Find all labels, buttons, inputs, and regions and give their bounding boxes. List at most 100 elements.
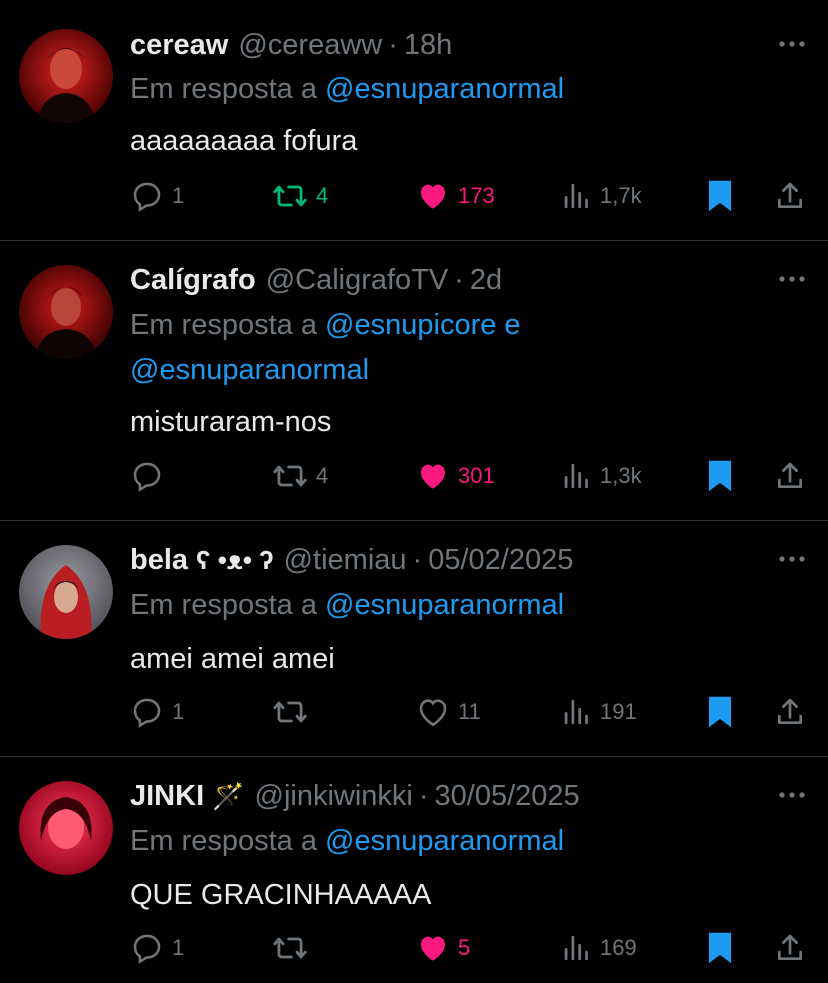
reply-context-line-2: @esnuparanormal <box>130 348 369 393</box>
username[interactable]: @tiemiau <box>284 544 407 577</box>
share-button[interactable] <box>774 928 806 968</box>
tweet-text: misturaram-nos <box>130 406 332 438</box>
heart-icon <box>420 184 446 209</box>
share-button[interactable] <box>774 176 806 216</box>
retweet-icon <box>273 185 307 207</box>
more-icon[interactable] <box>778 273 806 285</box>
share-button[interactable] <box>774 692 806 732</box>
magic-wand-icon: 🪄 <box>212 780 245 811</box>
reply-button[interactable]: 1 <box>130 692 184 732</box>
display-name[interactable]: Calígrafo <box>130 264 256 297</box>
username[interactable]: @cereaww <box>238 29 382 62</box>
reply-prefix: Em resposta a <box>130 73 317 105</box>
like-button[interactable]: 301 <box>416 456 495 496</box>
timestamp[interactable]: 30/05/2025 <box>435 780 580 813</box>
views-button[interactable]: 191 <box>562 692 637 732</box>
mention-link[interactable]: @esnuparanormal <box>325 825 564 857</box>
avatar[interactable] <box>19 29 113 123</box>
retweet-button[interactable] <box>272 692 316 732</box>
tweet-text: aaaaaaaaa fofura <box>130 125 358 157</box>
tweet-text: QUE GRACINHAAAAA <box>130 879 432 911</box>
separator-dot: · <box>412 543 423 576</box>
views-count: 169 <box>600 935 637 960</box>
tweet-2[interactable]: Calígrafo @CaligrafoTV · 2d Em resposta … <box>0 241 828 520</box>
timestamp[interactable]: 2d <box>470 264 502 297</box>
more-icon[interactable] <box>778 38 806 50</box>
views-button[interactable]: 1,3k <box>562 456 642 496</box>
separator-dot: · <box>418 779 429 812</box>
tweet-1[interactable]: cereaw @cereaww · 18h Em resposta a @esn… <box>0 0 828 240</box>
retweet-button[interactable] <box>272 928 316 968</box>
reply-button[interactable]: 1 <box>130 928 184 968</box>
timestamp[interactable]: 18h <box>404 29 452 62</box>
heart-icon <box>420 464 446 489</box>
reply-button[interactable] <box>130 456 172 496</box>
reply-count: 1 <box>172 183 185 208</box>
heart-icon <box>419 699 447 727</box>
display-name[interactable]: JINKI <box>130 780 204 813</box>
reply-icon <box>133 462 161 492</box>
reply-icon <box>133 182 161 212</box>
display-name[interactable]: cereaw <box>130 29 228 62</box>
views-button[interactable]: 169 <box>562 928 637 968</box>
views-icon <box>564 935 588 961</box>
reply-button[interactable]: 1 <box>130 176 184 216</box>
like-count: 173 <box>458 183 495 208</box>
reply-context: Em resposta a @esnuparanormal <box>130 819 564 864</box>
bookmark-icon <box>708 180 732 212</box>
mention-link[interactable]: @esnuparanormal <box>325 589 564 621</box>
like-count: 5 <box>458 935 471 960</box>
share-button[interactable] <box>774 456 806 496</box>
reply-prefix: Em resposta a <box>130 825 317 857</box>
bookmark-icon <box>708 696 732 728</box>
more-icon[interactable] <box>778 789 806 801</box>
tweet-3[interactable]: bela ʕ •ᴥ• ʔ @tiemiau · 05/02/2025 Em re… <box>0 521 828 756</box>
reply-context: Em resposta a @esnupicore e <box>130 303 521 348</box>
bookmark-button[interactable] <box>704 456 736 496</box>
username[interactable]: @jinkiwinkki <box>255 780 413 813</box>
reply-context: Em resposta a @esnuparanormal <box>130 67 564 112</box>
tweet-text: amei amei amei <box>130 643 335 675</box>
timestamp[interactable]: 05/02/2025 <box>428 544 573 577</box>
retweet-icon <box>273 937 307 959</box>
views-icon <box>564 699 588 725</box>
views-count: 191 <box>600 699 637 724</box>
mention-link[interactable]: @esnuparanormal <box>325 73 564 105</box>
tweet-4[interactable]: JINKI 🪄 @jinkiwinkki · 30/05/2025 Em res… <box>0 757 828 983</box>
views-button[interactable]: 1,7k <box>562 176 642 216</box>
avatar[interactable] <box>19 781 113 875</box>
retweet-button[interactable]: 4 <box>272 456 328 496</box>
display-name[interactable]: bela <box>130 544 188 577</box>
avatar[interactable] <box>19 265 113 359</box>
separator-dot: · <box>388 28 398 61</box>
like-button[interactable]: 11 <box>416 692 481 732</box>
like-button[interactable]: 173 <box>416 176 495 216</box>
reply-count: 1 <box>172 935 185 960</box>
reply-prefix: Em resposta a <box>130 309 317 341</box>
username[interactable]: @CaligrafoTV <box>266 264 449 297</box>
like-count: 301 <box>458 463 495 488</box>
bookmark-button[interactable] <box>704 692 736 732</box>
reply-icon <box>133 698 161 728</box>
retweet-icon <box>273 465 307 487</box>
heart-icon <box>420 936 446 961</box>
views-icon <box>564 183 588 209</box>
retweet-count: 4 <box>316 463 329 488</box>
bookmark-button[interactable] <box>704 928 736 968</box>
views-icon <box>564 463 588 489</box>
retweet-icon <box>273 701 307 723</box>
separator-dot: · <box>454 263 464 296</box>
avatar[interactable] <box>19 545 113 639</box>
like-count: 11 <box>458 699 481 724</box>
mention-link[interactable]: @esnuparanormal <box>130 354 369 386</box>
mention-link[interactable]: @esnupicore e <box>325 309 521 341</box>
bookmark-icon <box>708 932 732 964</box>
share-icon <box>778 182 802 208</box>
like-button[interactable]: 5 <box>416 928 470 968</box>
retweet-button[interactable]: 4 <box>272 176 328 216</box>
more-icon[interactable] <box>778 553 806 565</box>
bookmark-button[interactable] <box>704 176 736 216</box>
share-icon <box>778 698 802 724</box>
reply-context: Em resposta a @esnuparanormal <box>130 583 564 628</box>
reply-count: 1 <box>172 699 185 724</box>
